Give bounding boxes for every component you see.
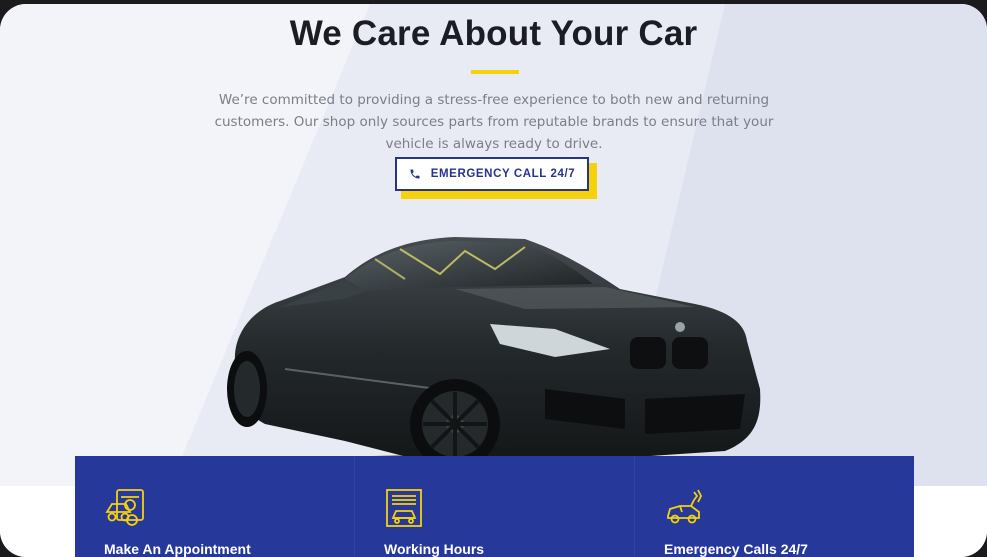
title-underline (471, 70, 519, 74)
feature-label: Emergency Calls 24/7 (664, 541, 808, 557)
feature-label: Working Hours (384, 541, 485, 557)
emergency-call-button-wrap: EMERGENCY CALL 24/7 (395, 157, 599, 199)
appointment-icon (105, 489, 144, 526)
feature-card-working-hours[interactable]: Working Hours (354, 456, 634, 557)
section-description: We’re committed to providing a stress-fr… (214, 92, 774, 152)
feature-card-appointment[interactable]: Make An Appointment (75, 456, 354, 557)
feature-card-emergency[interactable]: Emergency Calls 24/7 (634, 456, 914, 557)
phone-icon (410, 169, 420, 179)
feature-label: Make An Appointment (104, 541, 251, 557)
tow-truck-icon (667, 489, 703, 524)
emergency-call-button-label: EMERGENCY CALL 24/7 (430, 168, 576, 180)
garage-icon (386, 489, 422, 527)
section-title: We Care About Your Car (289, 14, 698, 53)
features-panel: Make An Appointment Working Hours Emerge… (75, 456, 914, 557)
emergency-call-button[interactable]: EMERGENCY CALL 24/7 (395, 157, 589, 191)
sports-car-image (227, 237, 761, 481)
page: We Care About Your Car We’re committed t… (0, 4, 987, 557)
